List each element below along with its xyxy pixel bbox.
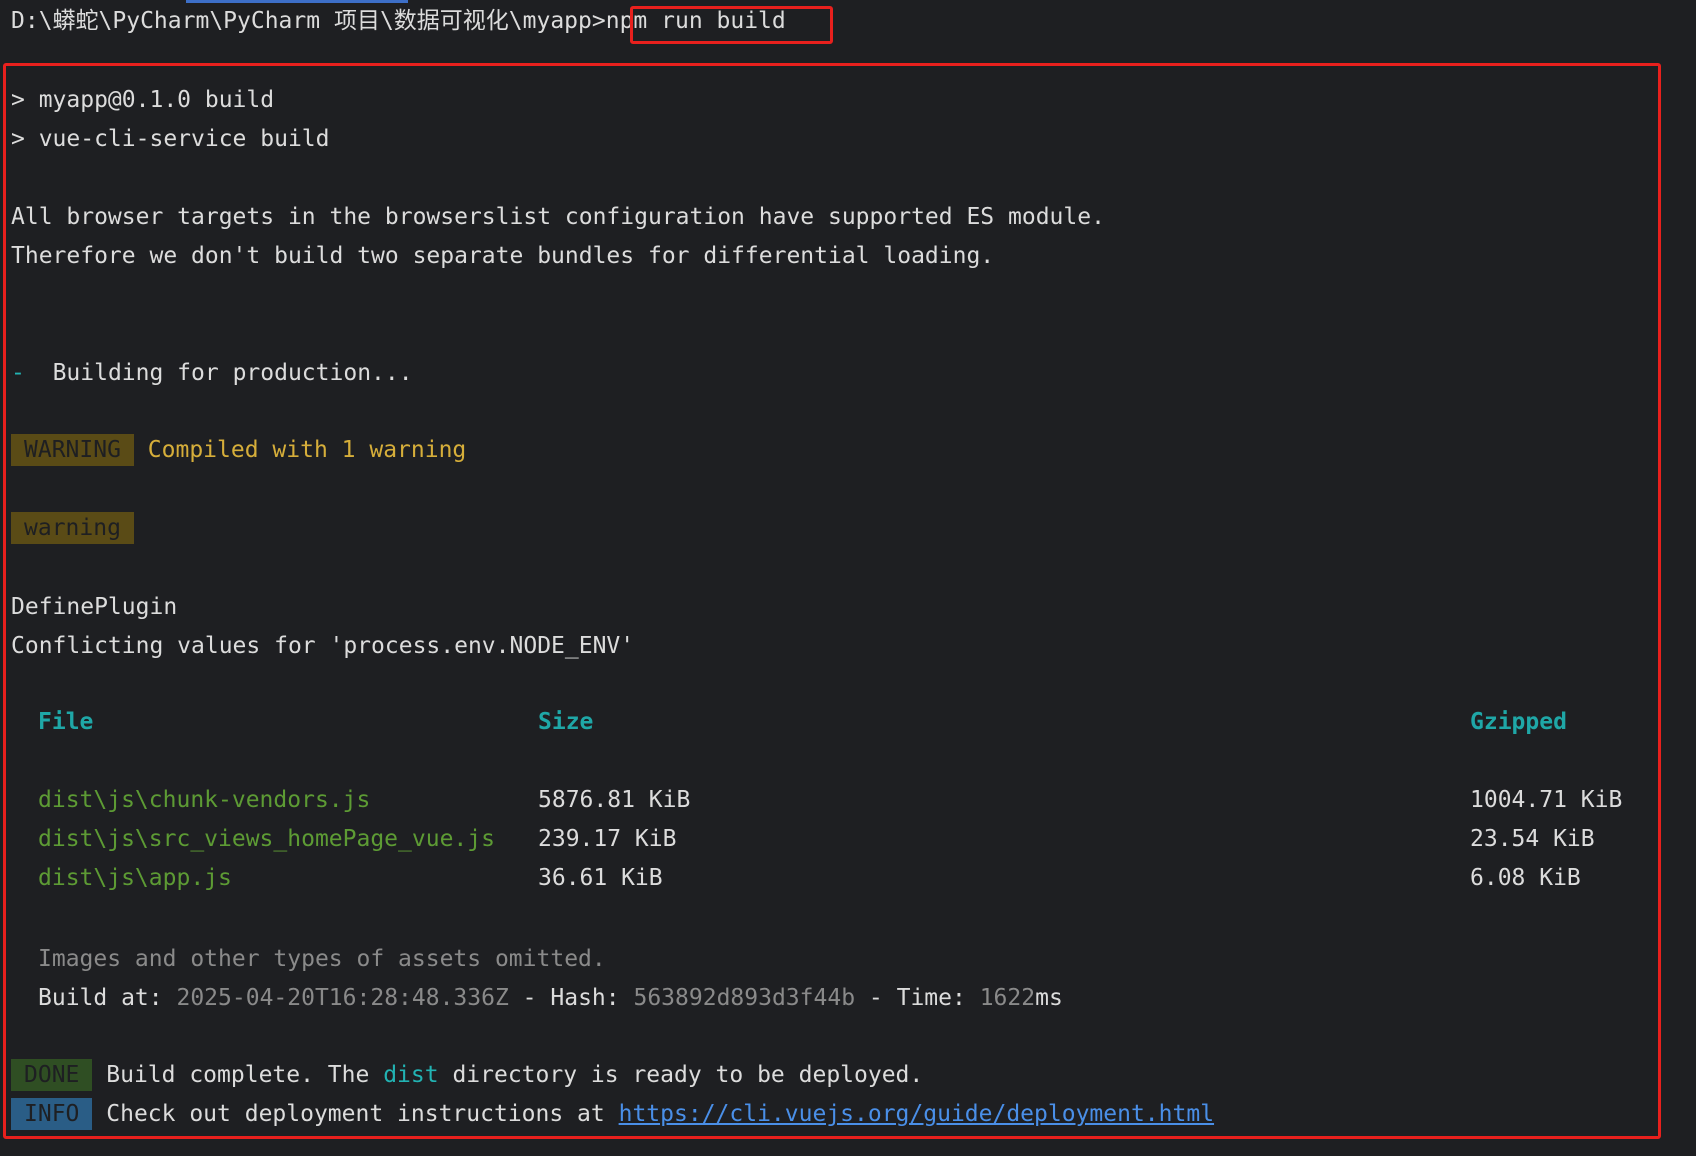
table-header-file: File — [38, 709, 94, 735]
warning-summary-line: WARNING Compiled with 1 warning — [11, 434, 466, 468]
row-size: 36.61 KiB — [538, 865, 663, 891]
hash-label: Hash: — [550, 985, 620, 1011]
prompt-path: D:\蟒蛇\PyCharm\PyCharm 项目\数据可视化\myapp> — [11, 8, 606, 34]
time-unit: ms — [1035, 985, 1063, 1011]
command-highlight-box — [630, 6, 833, 44]
row-size: 239.17 KiB — [538, 826, 677, 852]
browser-line-2: Therefore we don't build two separate bu… — [11, 243, 995, 269]
browser-line-1: All browser targets in the browserslist … — [11, 204, 1105, 230]
row-file: dist\js\app.js — [38, 865, 232, 891]
building-text: Building for production... — [52, 360, 413, 386]
done-line: DONE Build complete. The dist directory … — [11, 1059, 923, 1093]
row-gzipped: 23.54 KiB — [1470, 826, 1595, 852]
warning-label-badge: warning — [11, 512, 134, 544]
script-line-2: > vue-cli-service build — [11, 126, 330, 152]
build-at-value: 2025-04-20T16:28:48.336Z — [176, 985, 509, 1011]
done-text-1: Build complete. The — [106, 1062, 384, 1088]
done-badge: DONE — [11, 1059, 93, 1091]
plugin-name: DefinePlugin — [11, 594, 178, 620]
warning-badge: WARNING — [11, 434, 134, 466]
row-gzipped: 6.08 KiB — [1470, 865, 1581, 891]
omitted-note: Images and other types of assets omitted… — [38, 946, 606, 972]
warning-label-line: warning — [11, 512, 134, 546]
building-line: - Building for production... — [11, 358, 413, 388]
time-label: Time: — [896, 985, 966, 1011]
script-line-1: > myapp@0.1.0 build — [11, 87, 275, 113]
info-text: Check out deployment instructions at — [106, 1101, 619, 1127]
row-size: 5876.81 KiB — [538, 787, 691, 813]
row-gzipped: 1004.71 KiB — [1470, 787, 1623, 813]
done-dist: dist — [383, 1062, 439, 1088]
spinner-glyph: - — [11, 360, 25, 386]
plugin-message: Conflicting values for 'process.env.NODE… — [11, 633, 635, 659]
row-file: dist\js\chunk-vendors.js — [38, 787, 371, 813]
table-header-gzipped: Gzipped — [1470, 709, 1567, 735]
warning-summary: Compiled with 1 warning — [147, 437, 467, 463]
table-header-size: Size — [538, 709, 594, 735]
info-badge: INFO — [11, 1098, 93, 1130]
row-file: dist\js\src_views_homePage_vue.js — [38, 826, 495, 852]
build-sep-1: - — [508, 985, 551, 1011]
time-value: 1622 — [979, 985, 1036, 1011]
done-text-2: directory is ready to be deployed. — [438, 1062, 924, 1088]
info-line: INFO Check out deployment instructions a… — [11, 1098, 1214, 1132]
hash-value: 563892d893d3f44b — [633, 985, 856, 1011]
build-sep-2: - — [855, 985, 897, 1011]
build-info-line: Build at: 2025-04-20T16:28:48.336Z - Has… — [38, 983, 1063, 1013]
build-at-label: Build at: — [38, 985, 163, 1011]
deployment-docs-link[interactable]: https://cli.vuejs.org/guide/deployment.h… — [619, 1101, 1214, 1127]
top-accent-bar — [186, 0, 408, 3]
